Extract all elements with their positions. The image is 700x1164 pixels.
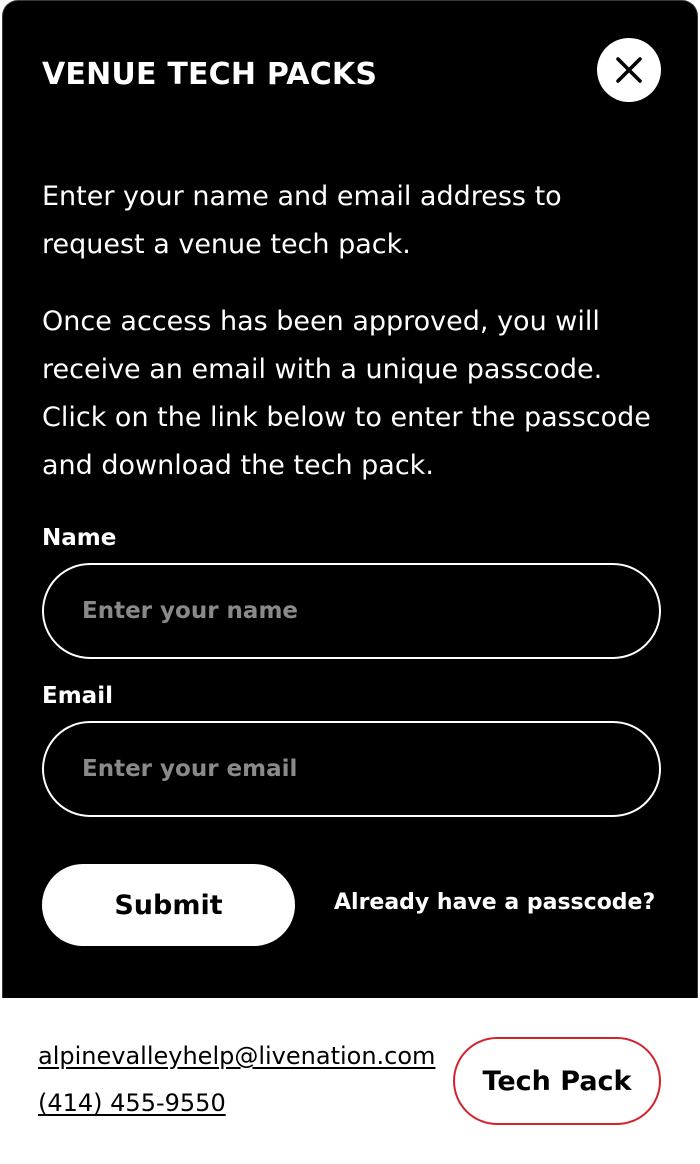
name-label: Name xyxy=(42,525,117,551)
intro-paragraph-request: Enter your name and email address to req… xyxy=(42,181,562,260)
contact-email-link[interactable]: alpinevalleyhelp@livenation.com xyxy=(38,1042,435,1070)
contact-phone-link[interactable]: (414) 455-9550 xyxy=(38,1089,226,1117)
close-button[interactable] xyxy=(597,38,661,102)
already-have-passcode-link[interactable]: Already have a passcode? xyxy=(334,890,655,915)
tech-pack-modal: VENUE TECH PACKS Enter your name and ema… xyxy=(2,0,698,998)
modal-title: VENUE TECH PACKS xyxy=(42,57,378,92)
intro-paragraph-passcode: Once access has been approved, you will … xyxy=(42,306,651,481)
tech-pack-button[interactable]: Tech Pack xyxy=(453,1037,661,1125)
page: VENUE TECH PACKS Enter your name and ema… xyxy=(0,0,700,1164)
email-input[interactable] xyxy=(42,721,661,817)
close-icon xyxy=(616,57,642,83)
name-input[interactable] xyxy=(42,563,661,659)
submit-button[interactable]: Submit xyxy=(42,864,295,946)
email-label: Email xyxy=(42,683,113,709)
